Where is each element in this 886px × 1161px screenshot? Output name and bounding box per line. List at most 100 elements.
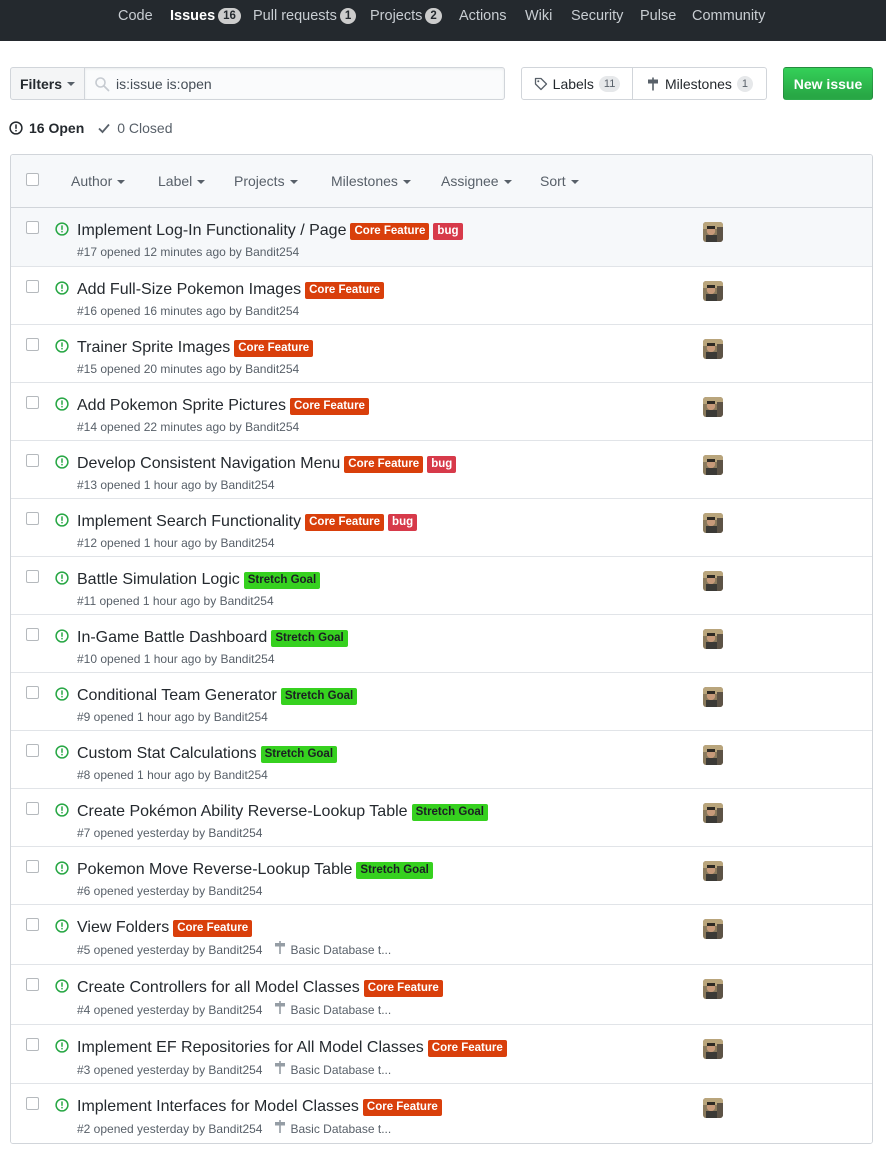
filter-sort-dropdown[interactable]: Sort — [540, 173, 579, 190]
assignee-avatar[interactable] — [703, 629, 723, 649]
label-core-feature[interactable]: Core Feature — [427, 1039, 507, 1057]
issue-checkbox[interactable] — [26, 802, 39, 815]
issue-checkbox[interactable] — [26, 918, 39, 931]
issue-row[interactable]: Implement Search Functionality Core Featu… — [11, 499, 872, 557]
issue-checkbox[interactable] — [26, 280, 39, 293]
issue-checkbox[interactable] — [26, 338, 39, 351]
issue-milestone-link[interactable]: Basic Database t... — [274, 1001, 391, 1018]
label-core-feature[interactable]: Core Feature — [234, 339, 314, 357]
assignee-avatar[interactable] — [703, 281, 723, 301]
issue-row[interactable]: Conditional Team Generator Stretch Goal #9… — [11, 673, 872, 731]
issue-milestone-link[interactable]: Basic Database t... — [274, 941, 391, 958]
label-core-feature[interactable]: Core Feature — [305, 513, 385, 531]
issue-milestone-link[interactable]: Basic Database t... — [274, 1061, 391, 1078]
issue-row[interactable]: Pokemon Move Reverse-Lookup Table Stretch… — [11, 847, 872, 905]
assignee-avatar[interactable] — [703, 803, 723, 823]
issue-title-link[interactable]: Create Pokémon Ability Reverse-Lookup Ta… — [77, 802, 408, 822]
issue-title-link[interactable]: Custom Stat Calculations — [77, 744, 257, 764]
issue-checkbox[interactable] — [26, 744, 39, 757]
issue-checkbox[interactable] — [26, 1038, 39, 1051]
issue-title-link[interactable]: Conditional Team Generator — [77, 686, 277, 706]
label-stretch-goal[interactable]: Stretch Goal — [243, 571, 321, 589]
issue-checkbox[interactable] — [26, 221, 39, 234]
filter-projects-dropdown[interactable]: Projects — [234, 173, 298, 190]
label-core-feature[interactable]: Core Feature — [305, 281, 385, 299]
assignee-avatar[interactable] — [703, 513, 723, 533]
label-stretch-goal[interactable]: Stretch Goal — [280, 687, 358, 705]
issue-checkbox[interactable] — [26, 454, 39, 467]
issue-title-link[interactable]: Develop Consistent Navigation Menu — [77, 454, 340, 474]
nav-tab-pull-requests[interactable]: Pull requests 1 — [253, 6, 357, 28]
issue-row[interactable]: Create Pokémon Ability Reverse-Lookup Ta… — [11, 789, 872, 847]
issue-row[interactable]: Add Full-Size Pokemon Images Core Feature… — [11, 267, 872, 325]
closed-issues-tab[interactable]: 0 Closed — [97, 120, 173, 136]
label-stretch-goal[interactable]: Stretch Goal — [271, 629, 348, 647]
issue-title-link[interactable]: In-Game Battle Dashboard — [77, 628, 267, 648]
nav-tab-wiki[interactable]: Wiki — [525, 6, 552, 28]
label-core-feature[interactable]: Core Feature — [362, 1098, 442, 1116]
issue-title-link[interactable]: Create Controllers for all Model Classes — [77, 978, 360, 998]
label-stretch-goal[interactable]: Stretch Goal — [411, 803, 488, 821]
issue-row[interactable]: Custom Stat Calculations Stretch Goal #8 o… — [11, 731, 872, 789]
new-issue-button[interactable]: New issue — [783, 67, 873, 100]
label-bug[interactable]: bug — [427, 455, 457, 473]
label-stretch-goal[interactable]: Stretch Goal — [260, 745, 338, 763]
assignee-avatar[interactable] — [703, 455, 723, 475]
label-core-feature[interactable]: Core Feature — [350, 222, 430, 240]
nav-tab-community[interactable]: Community — [692, 6, 765, 28]
issue-checkbox[interactable] — [26, 628, 39, 641]
filter-author-dropdown[interactable]: Author — [71, 173, 126, 190]
assignee-avatar[interactable] — [703, 861, 723, 881]
label-bug[interactable]: bug — [433, 222, 463, 240]
label-stretch-goal[interactable]: Stretch Goal — [356, 861, 433, 879]
assignee-avatar[interactable] — [703, 571, 723, 591]
issue-title-link[interactable]: Trainer Sprite Images — [77, 338, 230, 358]
nav-tab-pulse[interactable]: Pulse — [640, 6, 676, 28]
issue-title-link[interactable]: Battle Simulation Logic — [77, 570, 240, 590]
issue-row[interactable]: Implement EF Repositories for All Model … — [11, 1025, 872, 1084]
assignee-avatar[interactable] — [703, 1039, 723, 1059]
assignee-avatar[interactable] — [703, 919, 723, 939]
issue-row[interactable]: Add Pokemon Sprite Pictures Core Feature #… — [11, 383, 872, 441]
issue-checkbox[interactable] — [26, 686, 39, 699]
filter-assignee-dropdown[interactable]: Assignee — [441, 173, 512, 190]
assignee-avatar[interactable] — [703, 745, 723, 765]
assignee-avatar[interactable] — [703, 687, 723, 707]
search-input[interactable] — [116, 75, 476, 92]
issue-row[interactable]: In-Game Battle Dashboard Stretch Goal #10 … — [11, 615, 872, 673]
filters-button[interactable]: Filters — [10, 67, 85, 100]
label-bug[interactable]: bug — [388, 513, 418, 531]
issue-title-link[interactable]: View Folders — [77, 918, 169, 938]
issue-checkbox[interactable] — [26, 396, 39, 409]
issue-row[interactable]: Implement Log-In Functionality / Page Cor… — [11, 208, 872, 267]
issue-title-link[interactable]: Implement Search Functionality — [77, 512, 301, 532]
issue-checkbox[interactable] — [26, 860, 39, 873]
issue-row[interactable]: Implement Interfaces for Model Classes Co… — [11, 1084, 872, 1143]
nav-tab-security[interactable]: Security — [571, 6, 623, 28]
label-core-feature[interactable]: Core Feature — [173, 919, 253, 937]
select-all-checkbox[interactable] — [26, 173, 39, 186]
nav-tab-actions[interactable]: Actions — [459, 6, 507, 28]
assignee-avatar[interactable] — [703, 1098, 723, 1118]
issue-row[interactable]: Create Controllers for all Model Classes… — [11, 965, 872, 1025]
issue-checkbox[interactable] — [26, 978, 39, 991]
issue-checkbox[interactable] — [26, 570, 39, 583]
issue-title-link[interactable]: Add Full-Size Pokemon Images — [77, 280, 301, 300]
issue-checkbox[interactable] — [26, 512, 39, 525]
issue-milestone-link[interactable]: Basic Database t... — [274, 1120, 391, 1137]
assignee-avatar[interactable] — [703, 339, 723, 359]
issue-title-link[interactable]: Implement Interfaces for Model Classes — [77, 1097, 359, 1117]
nav-tab-code[interactable]: Code — [118, 6, 153, 28]
issue-row[interactable]: Develop Consistent Navigation Menu Core F… — [11, 441, 872, 499]
filter-milestones-dropdown[interactable]: Milestones — [331, 173, 411, 190]
label-core-feature[interactable]: Core Feature — [363, 979, 443, 997]
issue-title-link[interactable]: Add Pokemon Sprite Pictures — [77, 396, 286, 416]
issue-title-link[interactable]: Implement EF Repositories for All Model … — [77, 1038, 424, 1058]
nav-tab-projects[interactable]: Projects 2 — [370, 6, 442, 28]
label-core-feature[interactable]: Core Feature — [344, 455, 424, 473]
search-bar[interactable] — [84, 67, 505, 100]
issue-row[interactable]: View Folders Core Feature #5 opened yester… — [11, 905, 872, 965]
labels-button[interactable]: Labels 11 — [521, 67, 633, 100]
nav-tab-issues[interactable]: Issues 16 — [170, 6, 241, 28]
issue-checkbox[interactable] — [26, 1097, 39, 1110]
